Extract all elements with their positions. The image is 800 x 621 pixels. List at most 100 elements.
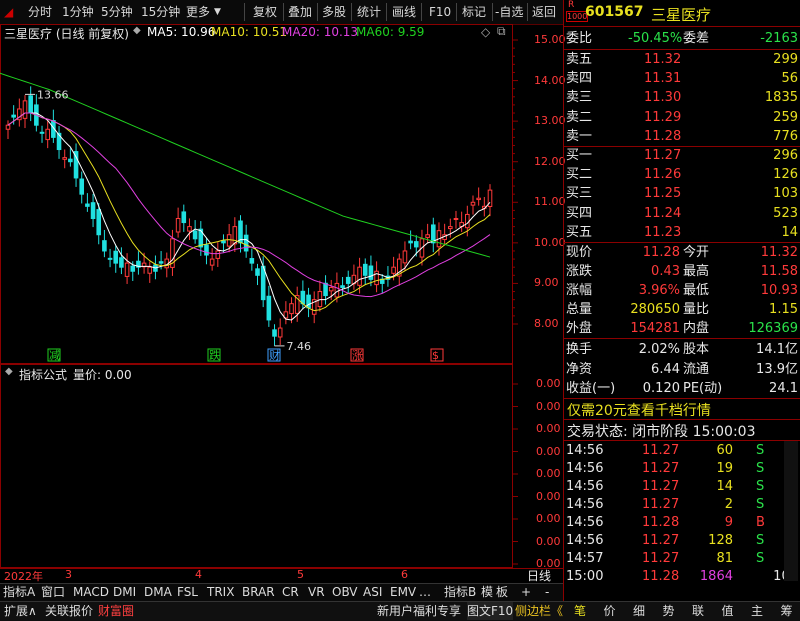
tick-price: 11.27 — [642, 479, 680, 494]
indicator-panel[interactable] — [0, 364, 563, 568]
quote-tab[interactable]: 值 — [722, 602, 734, 620]
tab-indicator-b[interactable]: 指标B — [444, 584, 476, 601]
tab-more[interactable]: … — [419, 584, 431, 601]
quote-tab[interactable]: 筹 — [781, 602, 793, 620]
fin-value-2: 24.1 — [769, 381, 798, 396]
fin-value-2: 14.1亿 — [756, 342, 798, 357]
kline-chart-svg[interactable]: 13.66 7.46 减 跌 财 涨 $ — [0, 24, 563, 364]
ask-row[interactable]: 卖三 11.30 1835 — [566, 88, 798, 108]
stats-button[interactable]: 统计 — [357, 2, 381, 22]
tab-dmi[interactable]: DMI — [113, 584, 136, 601]
ma-settings-icon[interactable]: ◆ — [133, 25, 141, 36]
kline-panel[interactable]: 13.66 7.46 减 跌 财 涨 $ — [0, 24, 563, 364]
bid-row[interactable]: 买三 11.25 103 — [566, 184, 798, 204]
mark-button[interactable]: 标记 — [462, 2, 486, 22]
quote-tab[interactable]: 价 — [604, 602, 616, 620]
period-button-5min[interactable]: 5分钟 — [101, 2, 133, 22]
tab-template-2[interactable]: 板 — [496, 584, 508, 601]
expand-button[interactable]: 扩展∧ — [4, 602, 37, 620]
promo-link[interactable]: 仅需20元查看千档行情 — [567, 400, 711, 420]
tab-cr[interactable]: CR — [282, 584, 299, 601]
tick-row[interactable]: 14:5611.272S1 — [566, 495, 798, 515]
tick-row[interactable]: 15:0011.281864109 — [566, 567, 798, 587]
fin-row[interactable]: 收益(一) 0.120 PE(动) 24.1 — [566, 379, 798, 399]
tick-row[interactable]: 14:5611.2760S2 — [566, 441, 798, 461]
tick-row[interactable]: 14:5611.27128S5 — [566, 531, 798, 551]
menu-arrow-icon[interactable]: ◢ — [4, 2, 13, 22]
stat-row[interactable]: 涨跌 0.43 最高 11.58 — [566, 262, 798, 282]
overlay-button[interactable]: 叠加 — [288, 2, 312, 22]
candle-body — [357, 266, 362, 286]
multi-stock-button[interactable]: 多股 — [322, 2, 346, 22]
period-button-15min[interactable]: 15分钟 — [141, 2, 180, 22]
tab-template-1[interactable]: 模 — [481, 584, 493, 601]
stat-value-2: 126369 — [748, 321, 798, 336]
ask-row[interactable]: 卖五 11.32 299 — [566, 50, 798, 70]
bid-row[interactable]: 买一 11.27 296 — [566, 146, 798, 166]
ask-row[interactable]: 卖二 11.29 259 — [566, 108, 798, 128]
tab-asi[interactable]: ASI — [363, 584, 382, 601]
bid-row[interactable]: 买二 11.26 126 — [566, 165, 798, 185]
weibi-value: -50.45% — [628, 31, 683, 46]
tab-emv[interactable]: EMV — [390, 584, 416, 601]
quote-tab[interactable]: 细 — [633, 602, 645, 620]
period-button-more[interactable]: 更多 — [186, 2, 210, 22]
wealth-circle-button[interactable]: 财富圈 — [98, 602, 134, 620]
stat-row[interactable]: 现价 11.28 今开 11.32 — [566, 243, 798, 263]
bid-row[interactable]: 买五 11.23 14 — [566, 223, 798, 243]
fuquan-button[interactable]: 复权 — [253, 2, 277, 22]
tab-fsl[interactable]: FSL — [177, 584, 198, 601]
stat-row[interactable]: 涨幅 3.96% 最低 10.93 — [566, 281, 798, 301]
add-watchlist-button[interactable]: -自选 — [495, 2, 523, 22]
tick-row[interactable]: 14:5611.2719S2 — [566, 459, 798, 479]
ask-row[interactable]: 卖一 11.28 776 — [566, 127, 798, 147]
quote-tab[interactable]: 笔 — [574, 602, 586, 620]
related-quote-button[interactable]: 关联报价 — [45, 602, 93, 620]
tab-remove[interactable]: - — [545, 584, 549, 601]
stat-label: 涨跌 — [566, 264, 593, 279]
f10-button[interactable]: F10 — [429, 2, 451, 22]
quote-tab[interactable]: 联 — [692, 602, 704, 620]
new-user-link[interactable]: 新用户福利专享 — [377, 602, 461, 620]
ticks-scrollbar[interactable] — [784, 441, 798, 581]
stock-code: 601567 — [585, 4, 644, 20]
candle-body — [289, 303, 294, 315]
candle-body — [465, 213, 470, 229]
more-dropdown-icon[interactable]: ▼ — [214, 2, 221, 22]
tab-vr[interactable]: VR — [308, 584, 325, 601]
fin-row[interactable]: 换手 2.02% 股本 14.1亿 — [566, 340, 798, 360]
tab-window[interactable]: 窗口 — [41, 584, 65, 601]
ask-row[interactable]: 卖四 11.31 56 — [566, 69, 798, 89]
indicator-title[interactable]: 指标公式 — [19, 366, 67, 383]
candle-body — [300, 290, 306, 305]
period-button-1min[interactable]: 1分钟 — [62, 2, 94, 22]
quote-tab[interactable]: 主 — [751, 602, 763, 620]
tick-row[interactable]: 14:5611.289B3 — [566, 513, 798, 533]
tab-dma[interactable]: DMA — [144, 584, 172, 601]
tab-brar[interactable]: BRAR — [242, 584, 275, 601]
tick-row[interactable]: 14:5711.2781S5 — [566, 549, 798, 569]
diamond-icon[interactable]: ◇ — [481, 25, 490, 39]
indicator-settings-icon[interactable]: ◆ — [5, 366, 13, 377]
f10-text-link[interactable]: 图文F10 — [467, 602, 514, 620]
period-indicator[interactable]: 日线 — [527, 567, 551, 584]
candle-body — [340, 285, 345, 288]
tab-trix[interactable]: TRIX — [207, 584, 234, 601]
period-button-fenshi[interactable]: 分时 — [28, 2, 52, 22]
stat-row[interactable]: 总量 280650 量比 1.15 — [566, 300, 798, 320]
bid-row[interactable]: 买四 11.24 523 — [566, 204, 798, 224]
fin-row[interactable]: 净资 6.44 流通 13.9亿 — [566, 360, 798, 380]
sidebar-toggle[interactable]: 侧边栏《 — [515, 602, 563, 620]
candle-body — [402, 250, 408, 264]
stat-row[interactable]: 外盘 154281 内盘 126369 — [566, 319, 798, 339]
tick-volume: 60 — [716, 443, 733, 458]
restore-window-icon[interactable]: ⧉ — [497, 24, 506, 39]
quote-tab[interactable]: 势 — [663, 602, 675, 620]
tab-add[interactable]: + — [521, 584, 531, 601]
tab-obv[interactable]: OBV — [332, 584, 358, 601]
draw-line-button[interactable]: 画线 — [392, 2, 416, 22]
tab-macd[interactable]: MACD — [73, 584, 109, 601]
tab-indicator-a[interactable]: 指标A — [3, 584, 35, 601]
back-button[interactable]: 返回 — [532, 2, 556, 22]
tick-row[interactable]: 14:5611.2714S2 — [566, 477, 798, 497]
